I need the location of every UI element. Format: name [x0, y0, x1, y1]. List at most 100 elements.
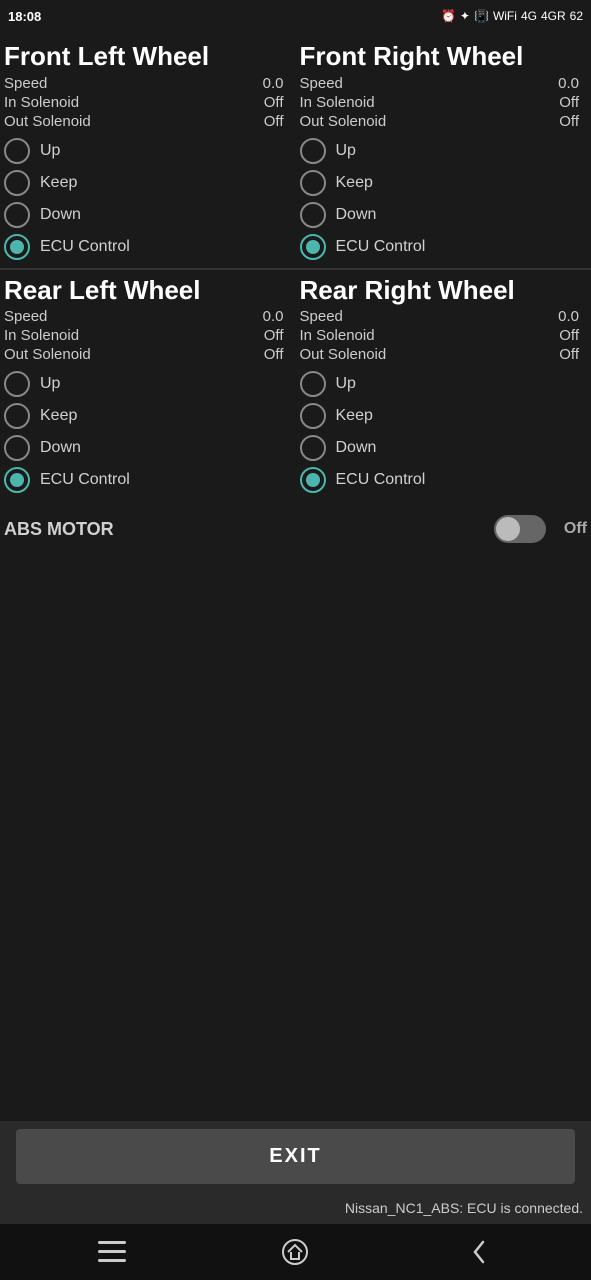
front-right-outsolenoid-value: Off	[559, 113, 579, 130]
front-left-up-option[interactable]: Up	[4, 138, 288, 164]
rear-left-up-radio[interactable]	[4, 371, 30, 397]
front-left-insolenoid-value: Off	[264, 94, 284, 111]
rear-left-down-label: Down	[40, 439, 81, 457]
nav-back-button[interactable]	[454, 1227, 504, 1277]
front-wheels-grid: Front Left Wheel Speed 0.0 In Solenoid O…	[0, 36, 591, 268]
front-right-ecu-label: ECU Control	[336, 238, 426, 256]
front-right-down-radio[interactable]	[300, 202, 326, 228]
front-left-speed-label: Speed	[4, 75, 47, 92]
front-left-speed-value: 0.0	[263, 75, 284, 92]
rear-left-insolenoid-label: In Solenoid	[4, 327, 79, 344]
rear-right-insolenoid-value: Off	[559, 327, 579, 344]
rear-wheels-grid: Rear Left Wheel Speed 0.0 In Solenoid Of…	[0, 270, 591, 502]
front-right-ecu-option[interactable]: ECU Control	[300, 234, 584, 260]
nav-home-button[interactable]	[270, 1227, 320, 1277]
nav-bar	[0, 1224, 591, 1280]
rear-left-down-radio[interactable]	[4, 435, 30, 461]
alarm-icon: ⏰	[441, 9, 456, 23]
rear-right-up-radio[interactable]	[300, 371, 326, 397]
front-left-section: Front Left Wheel Speed 0.0 In Solenoid O…	[0, 36, 296, 268]
front-right-up-option[interactable]: Up	[300, 138, 584, 164]
front-right-speed-label: Speed	[300, 75, 343, 92]
rear-right-down-radio[interactable]	[300, 435, 326, 461]
front-left-outsolenoid-value: Off	[264, 113, 284, 130]
rear-right-outsolenoid-label: Out Solenoid	[300, 346, 387, 363]
front-right-keep-radio[interactable]	[300, 170, 326, 196]
front-left-ecu-option[interactable]: ECU Control	[4, 234, 288, 260]
battery-icon: 62	[570, 9, 583, 23]
rear-right-title: Rear Right Wheel	[300, 276, 584, 305]
status-icons: ⏰ ✦ 📳 WiFi 4G 4GR 62	[441, 9, 583, 23]
front-right-speed-row: Speed 0.0	[300, 75, 584, 92]
nav-menu-button[interactable]	[87, 1227, 137, 1277]
rear-right-speed-row: Speed 0.0	[300, 308, 584, 325]
front-right-speed-value: 0.0	[558, 75, 579, 92]
rear-right-ecu-radio[interactable]	[300, 467, 326, 493]
front-right-radio-group: Up Keep Down ECU Control	[300, 138, 584, 260]
front-right-outsolenoid-label: Out Solenoid	[300, 113, 387, 130]
rear-right-radio-group: Up Keep Down ECU Control	[300, 371, 584, 493]
wifi-icon: WiFi	[493, 9, 517, 23]
rear-left-down-option[interactable]: Down	[4, 435, 288, 461]
rear-left-speed-row: Speed 0.0	[4, 308, 288, 325]
front-left-keep-radio[interactable]	[4, 170, 30, 196]
front-left-insolenoid-row: In Solenoid Off	[4, 94, 288, 111]
rear-left-keep-radio[interactable]	[4, 403, 30, 429]
rear-left-insolenoid-value: Off	[264, 327, 284, 344]
rear-left-outsolenoid-value: Off	[264, 346, 284, 363]
rear-right-up-option[interactable]: Up	[300, 371, 584, 397]
rear-left-keep-option[interactable]: Keep	[4, 403, 288, 429]
rear-right-keep-label: Keep	[336, 407, 373, 425]
abs-motor-toggle[interactable]	[494, 515, 546, 543]
rear-right-ecu-option[interactable]: ECU Control	[300, 467, 584, 493]
front-left-up-label: Up	[40, 142, 60, 160]
content-spacer	[0, 839, 591, 1121]
network-4gr-icon: 4GR	[541, 9, 566, 23]
rear-right-speed-value: 0.0	[558, 308, 579, 325]
front-right-insolenoid-row: In Solenoid Off	[300, 94, 584, 111]
front-right-ecu-radio[interactable]	[300, 234, 326, 260]
front-right-keep-option[interactable]: Keep	[300, 170, 584, 196]
rear-left-up-label: Up	[40, 375, 60, 393]
rear-left-outsolenoid-label: Out Solenoid	[4, 346, 91, 363]
rear-left-title: Rear Left Wheel	[4, 276, 288, 305]
front-left-speed-row: Speed 0.0	[4, 75, 288, 92]
network-4g-icon: 4G	[521, 9, 537, 23]
rear-left-radio-group: Up Keep Down ECU Control	[4, 371, 288, 493]
abs-motor-label: ABS MOTOR	[4, 519, 482, 540]
rear-left-ecu-option[interactable]: ECU Control	[4, 467, 288, 493]
exit-button[interactable]: EXIT	[16, 1129, 575, 1184]
front-right-section: Front Right Wheel Speed 0.0 In Solenoid …	[296, 36, 591, 268]
rear-left-speed-value: 0.0	[263, 308, 284, 325]
rear-left-keep-label: Keep	[40, 407, 77, 425]
front-left-up-radio[interactable]	[4, 138, 30, 164]
rear-right-keep-radio[interactable]	[300, 403, 326, 429]
rear-right-outsolenoid-row: Out Solenoid Off	[300, 346, 584, 363]
front-right-keep-label: Keep	[336, 174, 373, 192]
front-left-down-option[interactable]: Down	[4, 202, 288, 228]
rear-right-keep-option[interactable]: Keep	[300, 403, 584, 429]
front-left-ecu-label: ECU Control	[40, 238, 130, 256]
rear-right-speed-label: Speed	[300, 308, 343, 325]
front-right-up-label: Up	[336, 142, 356, 160]
front-left-outsolenoid-row: Out Solenoid Off	[4, 113, 288, 130]
rear-right-down-option[interactable]: Down	[300, 435, 584, 461]
bluetooth-icon: ✦	[460, 9, 470, 23]
front-left-keep-label: Keep	[40, 174, 77, 192]
rear-left-ecu-label: ECU Control	[40, 471, 130, 489]
rear-left-up-option[interactable]: Up	[4, 371, 288, 397]
rear-right-insolenoid-label: In Solenoid	[300, 327, 375, 344]
front-right-down-option[interactable]: Down	[300, 202, 584, 228]
front-right-up-radio[interactable]	[300, 138, 326, 164]
status-bar: 18:08 ⏰ ✦ 📳 WiFi 4G 4GR 62	[0, 0, 591, 32]
rear-left-ecu-radio[interactable]	[4, 467, 30, 493]
front-right-outsolenoid-row: Out Solenoid Off	[300, 113, 584, 130]
front-left-down-radio[interactable]	[4, 202, 30, 228]
front-left-insolenoid-label: In Solenoid	[4, 94, 79, 111]
front-right-insolenoid-label: In Solenoid	[300, 94, 375, 111]
front-left-keep-option[interactable]: Keep	[4, 170, 288, 196]
front-left-outsolenoid-label: Out Solenoid	[4, 113, 91, 130]
front-left-down-label: Down	[40, 206, 81, 224]
front-left-ecu-radio[interactable]	[4, 234, 30, 260]
ecu-status-bar: Nissan_NC1_ABS: ECU is connected.	[0, 1192, 591, 1224]
